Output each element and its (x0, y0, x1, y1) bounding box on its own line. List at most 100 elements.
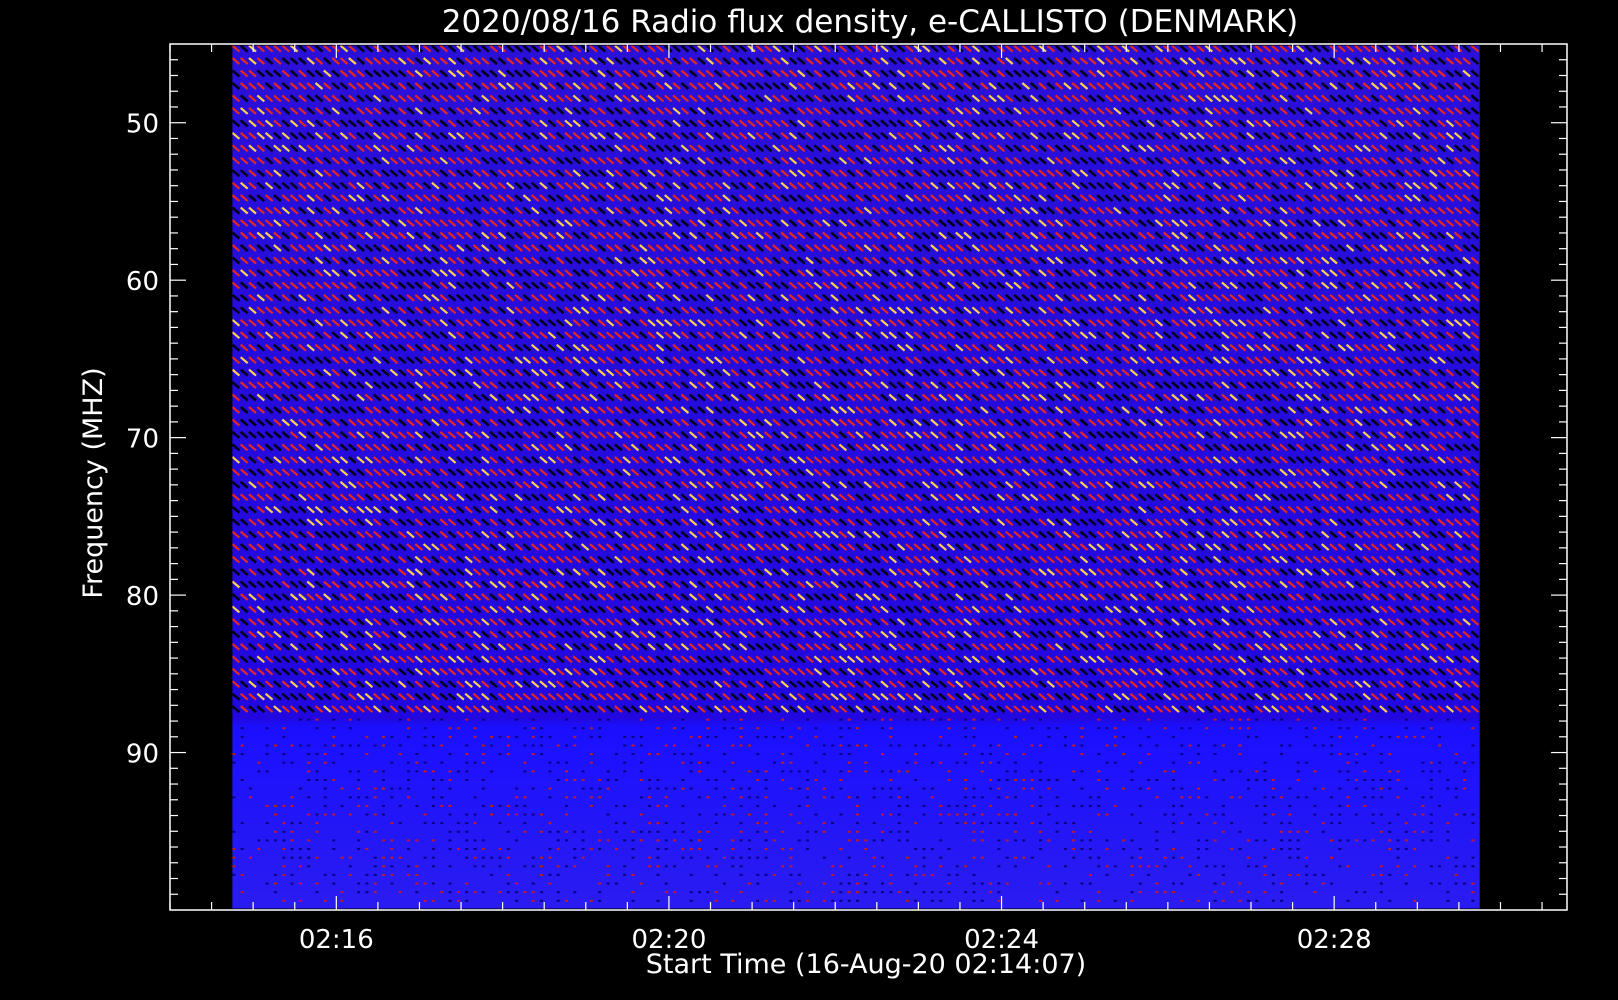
spectrogram-noise (531, 856, 535, 859)
spectrogram-noise (515, 735, 519, 738)
spectrogram-noise (407, 718, 410, 721)
spectrogram-noise (456, 830, 460, 833)
spectrogram-noise (847, 744, 851, 747)
spectrogram-noise (797, 770, 801, 773)
spectrogram-noise (648, 830, 652, 833)
spectrogram-noise (648, 804, 652, 807)
spectrogram-noise (323, 899, 327, 902)
spectrogram-noise (573, 891, 577, 894)
spectrogram-noise (822, 856, 826, 859)
spectrogram-noise (606, 787, 610, 790)
spectrogram-noise (598, 718, 602, 721)
spectrogram-noise (673, 753, 677, 756)
spectrogram-noise (515, 796, 519, 799)
spectrogram-noise (639, 882, 643, 885)
spectrogram-noise (614, 804, 618, 807)
spectrogram-noise (565, 761, 568, 764)
spectrogram-noise (664, 744, 668, 747)
spectrogram-noise (822, 770, 826, 773)
spectrogram-noise (315, 813, 319, 816)
spectrogram-noise (265, 822, 269, 825)
spectrogram-noise (614, 848, 618, 850)
spectrogram-noise (506, 873, 510, 876)
spectrogram-noise (822, 882, 826, 885)
spectrogram-noise (506, 804, 510, 807)
spectrogram-noise (581, 787, 585, 790)
spectrogram-noise (357, 891, 361, 894)
spectrogram-noise (631, 735, 635, 738)
spectrogram-noise (631, 839, 635, 842)
spectrogram-noise (706, 796, 710, 799)
spectrogram-noise (556, 744, 560, 747)
spectrogram-noise (273, 891, 277, 894)
spectrogram-noise (481, 865, 485, 868)
spectrogram-noise (240, 822, 244, 825)
spectrogram-noise (323, 813, 327, 816)
spectrogram-noise (598, 830, 602, 833)
spectrogram-noise (523, 813, 527, 816)
spectrogram-noise (864, 744, 868, 747)
spectrogram-noise (315, 718, 319, 721)
spectrogram-noise (515, 882, 519, 885)
spectrogram-noise (273, 830, 277, 833)
spectrogram-noise (623, 744, 627, 747)
spectrogram-noise (714, 822, 718, 825)
spectrogram-noise (332, 813, 336, 816)
spectrogram-noise (431, 770, 435, 773)
spectrogram-noise (357, 848, 361, 850)
spectrogram-noise (307, 744, 311, 747)
spectrogram-noise (556, 830, 560, 833)
spectrogram-noise (606, 770, 610, 773)
spectrogram-noise (523, 865, 527, 868)
spectrogram-noise (273, 873, 277, 876)
spectrogram-noise (365, 796, 369, 799)
spectrogram-noise (723, 753, 726, 756)
spectrogram-noise (365, 753, 369, 756)
spectrogram-noise (465, 891, 469, 894)
spectrogram-noise (648, 787, 652, 790)
spectrogram-noise (565, 830, 568, 833)
spectrogram-noise (465, 899, 469, 902)
spectrogram-noise (540, 753, 543, 756)
spectrogram-noise (689, 899, 693, 902)
spectrogram-noise (431, 787, 435, 790)
spectrogram-noise (265, 882, 269, 885)
spectrogram-noise (581, 779, 585, 781)
spectrogram-noise (656, 865, 660, 868)
spectrogram-noise (847, 891, 851, 894)
spectrogram-noise (689, 770, 693, 773)
spectrogram-noise (415, 753, 419, 756)
spectrogram-noise (764, 899, 768, 902)
spectrogram-noise (814, 761, 818, 764)
spectrogram-noise (298, 865, 302, 868)
spectrogram-noise (365, 848, 369, 850)
spectrogram-noise (257, 848, 261, 850)
spectrogram-noise (756, 753, 760, 756)
spectrogram-noise (232, 796, 236, 799)
spectrogram-noise (448, 830, 452, 833)
spectrogram-noise (407, 865, 410, 868)
spectrogram-noise (856, 899, 859, 902)
spectrogram-noise (448, 865, 452, 868)
spectrogram-noise (531, 813, 535, 816)
spectrogram-noise (282, 727, 286, 730)
spectrogram-noise (731, 761, 735, 764)
spectrogram-noise (440, 804, 444, 807)
spectrogram-noise (240, 753, 244, 756)
spectrogram-noise (498, 822, 502, 825)
spectrogram-noise (573, 796, 577, 799)
spectrogram-noise (282, 822, 286, 825)
spectrogram-noise (490, 744, 494, 747)
spectrogram-noise (340, 804, 344, 807)
spectrogram-noise (556, 779, 560, 781)
spectrogram-noise (431, 882, 435, 885)
plot-area (169, 43, 1568, 911)
spectrogram-noise (573, 830, 577, 833)
spectrogram-noise (673, 744, 677, 747)
spectrogram-noise (639, 839, 643, 842)
spectrogram-noise (714, 865, 718, 868)
spectrogram-noise (739, 727, 743, 730)
spectrogram-noise (473, 796, 477, 799)
spectrogram-noise (589, 899, 593, 902)
spectrogram-noise (373, 873, 377, 876)
